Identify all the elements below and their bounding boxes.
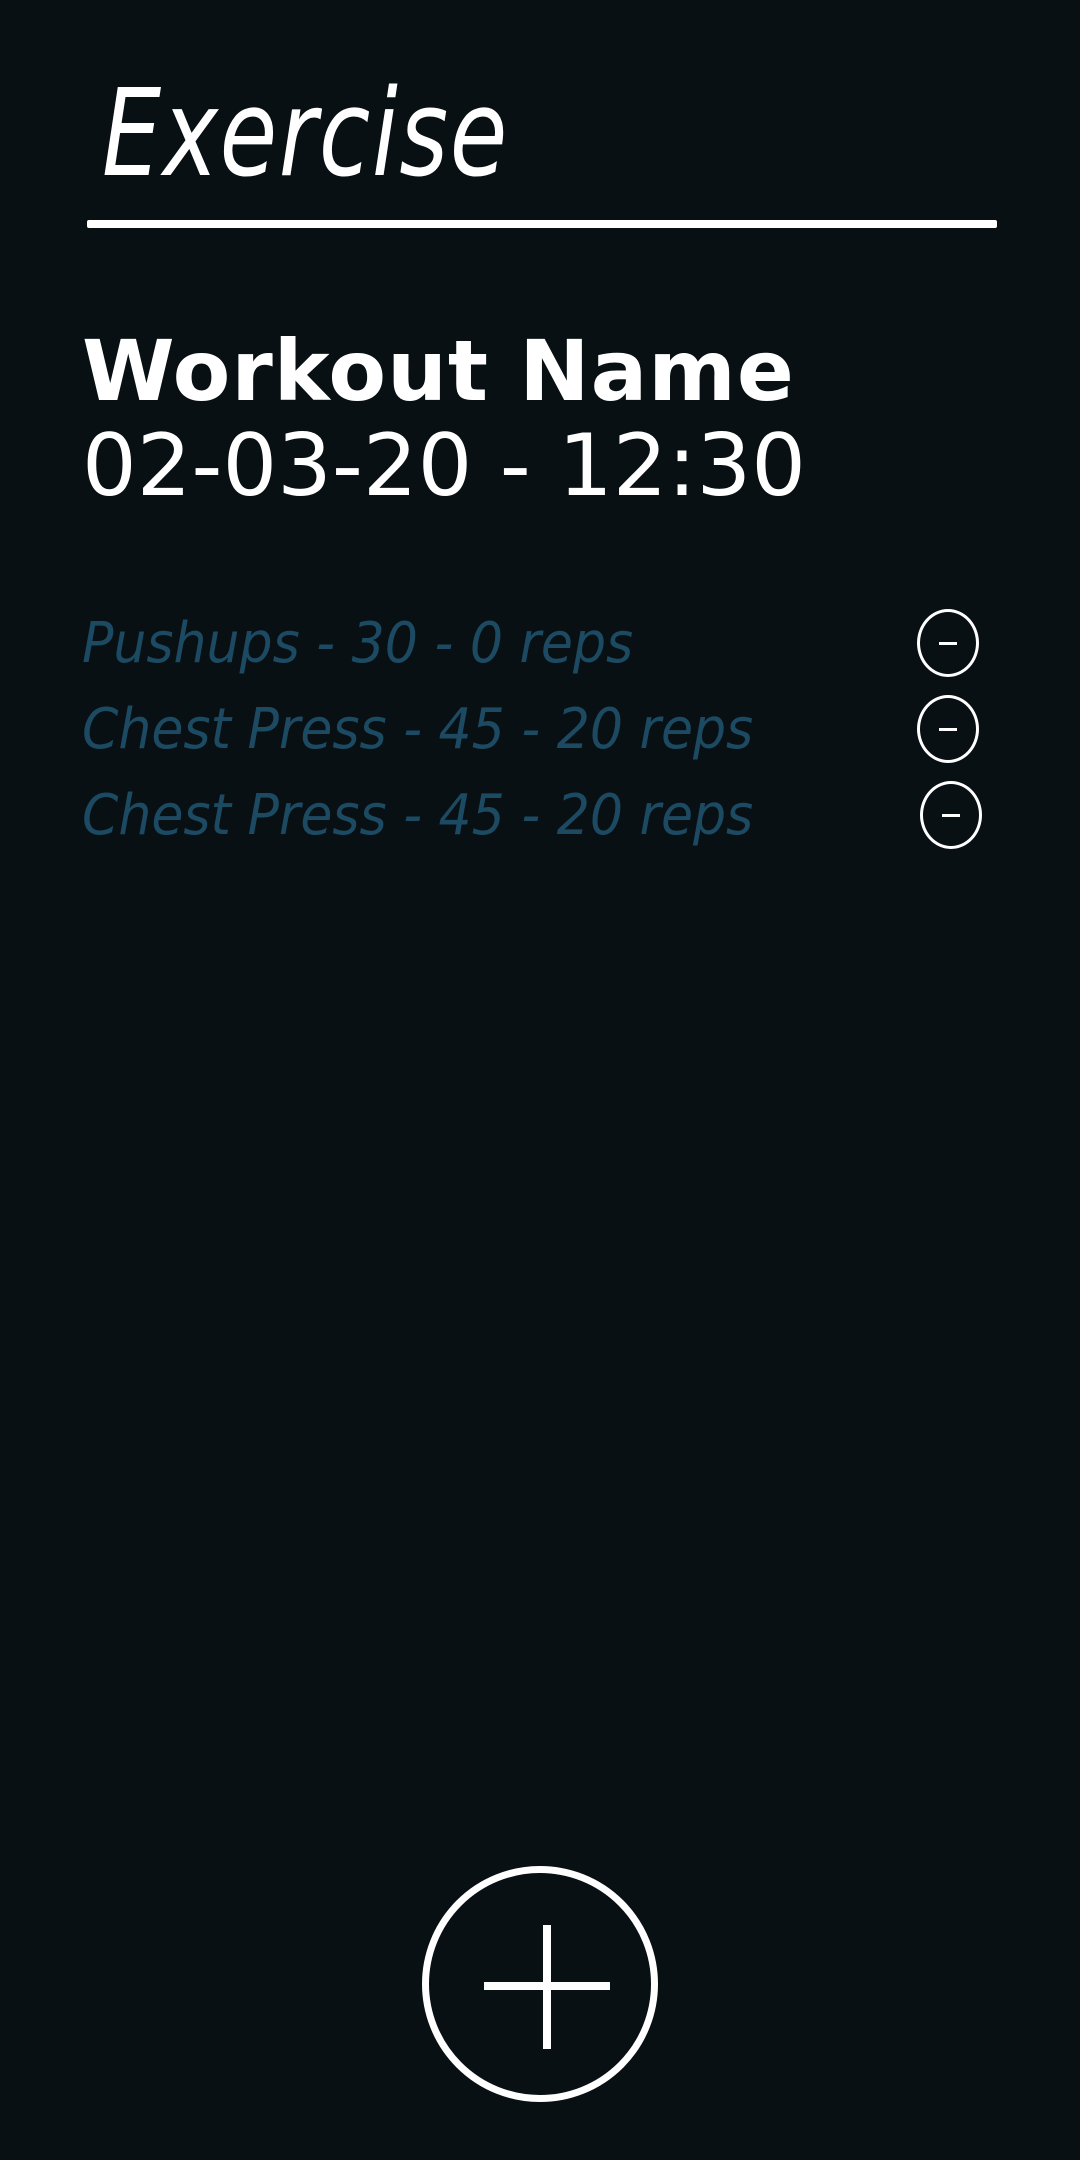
- add-exercise-button[interactable]: [422, 1866, 658, 2102]
- app-title: Exercise: [102, 65, 509, 204]
- workout-datetime: 02-03-20 - 12:30: [82, 416, 806, 517]
- title-divider: [87, 220, 997, 228]
- remove-exercise-button[interactable]: [920, 781, 982, 849]
- workout-info: Workout Name 02-03-20 - 12:30: [82, 325, 806, 514]
- minus-icon: [942, 813, 960, 817]
- remove-exercise-button[interactable]: [917, 695, 979, 763]
- header: Exercise: [87, 40, 997, 228]
- exercise-label: Pushups - 30 - 0 reps: [82, 610, 634, 676]
- minus-icon: [939, 641, 957, 645]
- exercise-label: Chest Press - 45 - 20 reps: [82, 782, 754, 848]
- exercise-item[interactable]: Pushups - 30 - 0 reps: [82, 600, 1002, 686]
- workout-name: Workout Name: [82, 322, 795, 420]
- plus-icon: [543, 1925, 551, 2049]
- exercise-item[interactable]: Chest Press - 45 - 20 reps: [82, 686, 1002, 772]
- exercise-item[interactable]: Chest Press - 45 - 20 reps: [82, 772, 1002, 858]
- exercise-list: Pushups - 30 - 0 reps Chest Press - 45 -…: [82, 600, 1002, 858]
- remove-exercise-button[interactable]: [917, 609, 979, 677]
- exercise-label: Chest Press - 45 - 20 reps: [82, 696, 754, 762]
- minus-icon: [939, 727, 957, 731]
